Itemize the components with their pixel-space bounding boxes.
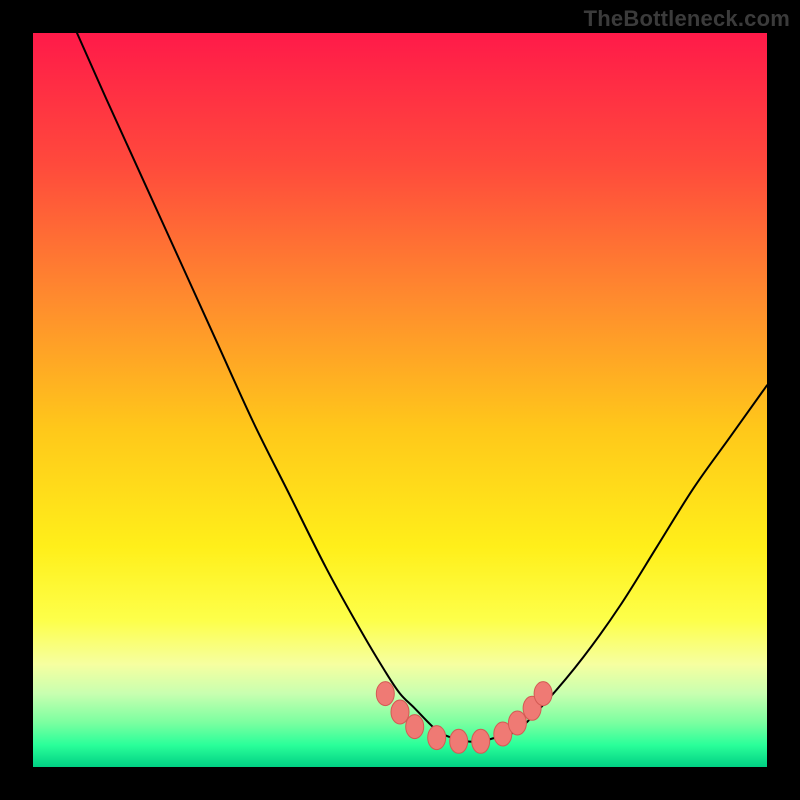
- data-marker: [428, 726, 446, 750]
- watermark-text: TheBottleneck.com: [584, 6, 790, 32]
- data-marker: [450, 729, 468, 753]
- data-marker: [508, 711, 526, 735]
- data-marker: [406, 715, 424, 739]
- curve-svg: [33, 33, 767, 767]
- data-marker: [391, 700, 409, 724]
- data-marker: [534, 682, 552, 706]
- bottleneck-curve: [77, 33, 767, 742]
- data-marker: [472, 729, 490, 753]
- plot-area: [33, 33, 767, 767]
- data-marker: [376, 682, 394, 706]
- marker-group: [376, 682, 552, 754]
- chart-frame: TheBottleneck.com: [0, 0, 800, 800]
